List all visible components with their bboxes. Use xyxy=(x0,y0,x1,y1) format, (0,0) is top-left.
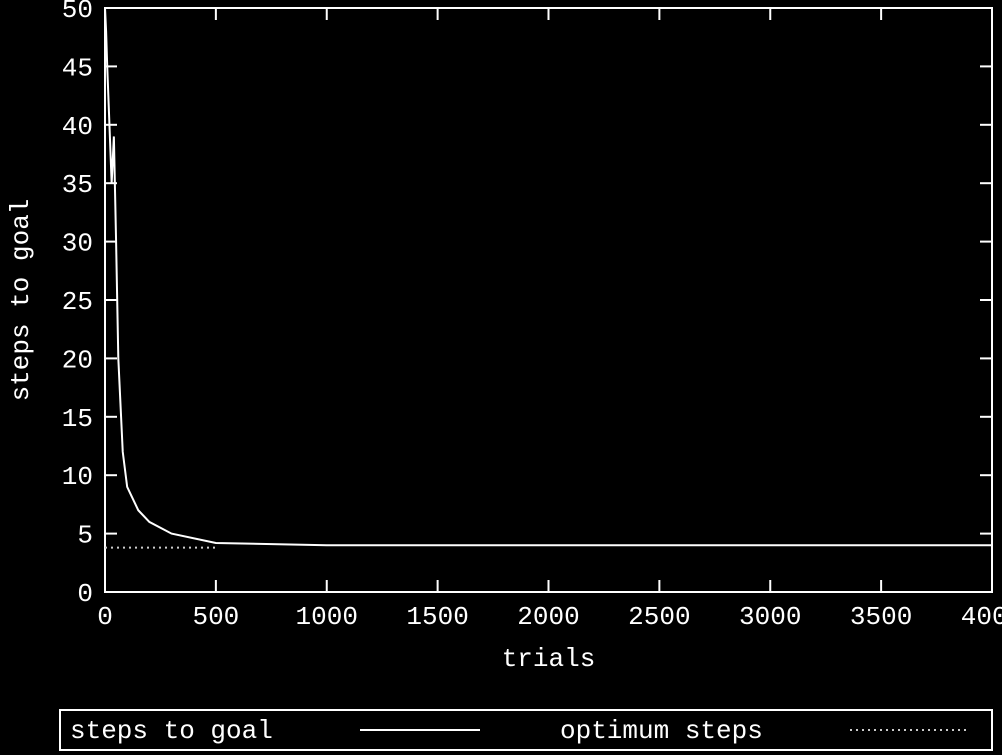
series-steps-to-goal xyxy=(105,8,992,545)
x-axis: 0 500 1000 1500 2000 2500 3000 3500 4000 xyxy=(97,8,1002,632)
x-tick-label: 2500 xyxy=(628,602,690,632)
chart: 0 5 10 15 20 25 30 35 40 45 50 0 500 1000 1500 2000 250… xyxy=(0,0,1002,755)
y-tick-label: 15 xyxy=(62,404,93,434)
y-tick-label: 0 xyxy=(77,579,93,609)
x-tick-label: 3500 xyxy=(850,602,912,632)
y-tick-label: 45 xyxy=(62,53,93,83)
y-tick-label: 10 xyxy=(62,462,93,492)
y-tick-label: 25 xyxy=(62,287,93,317)
x-tick-label: 500 xyxy=(192,602,239,632)
plot-frame xyxy=(105,8,992,592)
y-tick-label: 35 xyxy=(62,170,93,200)
x-axis-label: trials xyxy=(502,644,596,674)
x-tick-label: 1500 xyxy=(406,602,468,632)
chart-series xyxy=(105,8,992,548)
x-tick-label: 3000 xyxy=(739,602,801,632)
x-tick-label: 2000 xyxy=(517,602,579,632)
y-tick-label: 40 xyxy=(62,112,93,142)
legend: steps to goal optimum steps xyxy=(60,710,992,750)
legend-label-1: optimum steps xyxy=(560,716,763,746)
y-axis-label: steps to goal xyxy=(6,199,36,402)
x-tick-label: 0 xyxy=(97,602,113,632)
y-tick-label: 20 xyxy=(62,345,93,375)
legend-label-0: steps to goal xyxy=(70,716,273,746)
y-axis: 0 5 10 15 20 25 30 35 40 45 50 xyxy=(62,0,992,609)
x-tick-label: 4000 xyxy=(961,602,1002,632)
y-tick-label: 5 xyxy=(77,521,93,551)
x-tick-label: 1000 xyxy=(296,602,358,632)
y-tick-label: 50 xyxy=(62,0,93,25)
y-tick-label: 30 xyxy=(62,229,93,259)
